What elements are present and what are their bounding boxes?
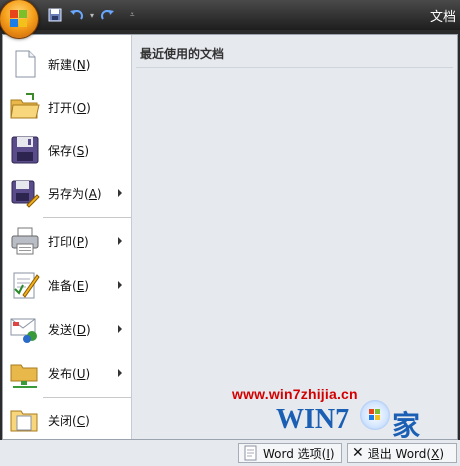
window-title: 文档 <box>429 10 456 25</box>
office-logo-icon <box>10 10 28 28</box>
redo-icon[interactable] <box>98 6 116 24</box>
new-document-icon <box>9 48 41 80</box>
prepare-document-icon <box>9 269 41 301</box>
menu-item-send[interactable]: 发送(D) <box>3 308 130 350</box>
save-as-icon <box>9 177 41 209</box>
menu-item-new[interactable]: 新建(N) <box>3 43 130 85</box>
menu-separator <box>43 217 131 218</box>
menu-item-save-as[interactable]: 另存为(A) <box>3 172 130 214</box>
office-button[interactable] <box>0 0 38 38</box>
menu-item-save[interactable]: 保存(S) <box>3 129 130 171</box>
recent-documents-divider <box>136 67 453 68</box>
office-menu: 新建(N) 打开(O) 保存(S) 另存为(A) 打印(P) 准备(E) 发送(… <box>2 34 458 440</box>
submenu-arrow-icon <box>118 281 122 289</box>
menu-item-print[interactable]: 打印(P) <box>3 220 130 262</box>
quick-access-toolbar: ▾ ⩡ <box>46 6 135 24</box>
printer-icon <box>9 225 41 257</box>
submenu-arrow-icon <box>118 237 122 245</box>
customize-toolbar-icon[interactable]: ⩡ <box>130 10 135 20</box>
menu-separator <box>43 397 131 398</box>
recent-documents-title: 最近使用的文档 <box>140 47 225 61</box>
undo-icon[interactable] <box>68 6 86 24</box>
save-icon[interactable] <box>46 6 64 24</box>
recent-documents-panel: 最近使用的文档 <box>132 35 457 439</box>
menu-item-prepare[interactable]: 准备(E) <box>3 264 130 306</box>
menu-item-publish[interactable]: 发布(U) <box>3 352 130 394</box>
submenu-arrow-icon <box>118 189 122 197</box>
undo-dropdown-icon[interactable]: ▾ <box>90 11 94 20</box>
menu-footer: Word 选项(I) ✕ 退出 Word(X) <box>0 440 460 466</box>
title-bar: ▾ ⩡ 文档 <box>0 0 460 30</box>
menu-item-open[interactable]: 打开(O) <box>3 86 130 128</box>
save-disk-icon <box>9 134 41 166</box>
open-folder-icon <box>9 91 41 123</box>
send-icon <box>9 313 41 345</box>
word-options-button[interactable]: Word 选项(I) <box>238 443 342 463</box>
menu-item-close[interactable]: 关闭(C) <box>3 399 130 441</box>
menu-command-list: 新建(N) 打开(O) 保存(S) 另存为(A) 打印(P) 准备(E) 发送(… <box>3 35 132 439</box>
options-document-icon <box>244 445 257 461</box>
submenu-arrow-icon <box>118 325 122 333</box>
close-x-icon: ✕ <box>352 445 364 461</box>
close-folder-icon <box>9 404 41 436</box>
publish-icon <box>9 357 41 389</box>
exit-word-button[interactable]: ✕ 退出 Word(X) <box>347 443 457 463</box>
submenu-arrow-icon <box>118 369 122 377</box>
